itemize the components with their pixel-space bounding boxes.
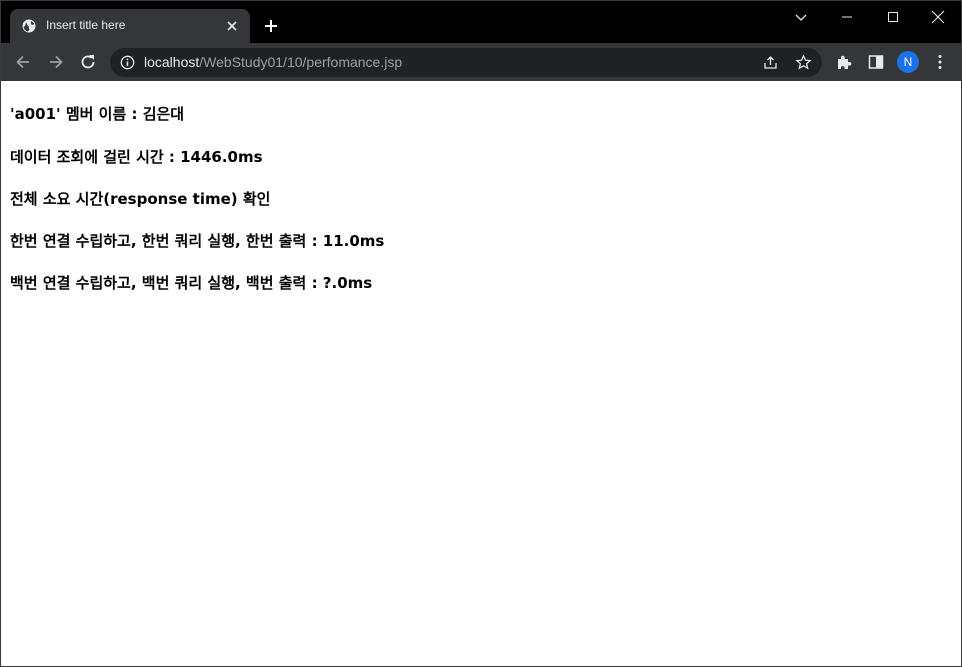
back-icon[interactable] — [13, 52, 33, 72]
window-close-icon — [931, 10, 945, 24]
browser-toolbar: localhost/WebStudy01/10/perfomance.jsp N — [1, 43, 961, 81]
single-run-line: 한번 연결 수립하고, 한번 쿼리 실행, 한번 출력 : 11.0ms — [10, 232, 385, 250]
plus-icon[interactable] — [262, 17, 280, 35]
chevron-down-icon — [795, 14, 807, 21]
tab-active[interactable]: Insert title here — [10, 9, 250, 43]
url-host: localhost — [144, 54, 200, 70]
extensions-icon[interactable] — [835, 53, 853, 71]
side-panel-icon[interactable] — [867, 53, 885, 71]
url-text[interactable]: localhost/WebStudy01/10/perfomance.jsp — [144, 54, 402, 70]
url-path: /WebStudy01/10/perfomance.jsp — [199, 54, 403, 70]
close-icon[interactable] — [224, 18, 240, 34]
star-icon[interactable] — [795, 54, 812, 71]
profile-avatar[interactable]: N — [897, 51, 919, 73]
share-icon[interactable] — [762, 54, 779, 71]
browser-window: Insert title here localhost/WebStudy01/1… — [0, 0, 962, 667]
page-content: 'a001' 멤버 이름 : 김은대 데이터 조회에 걸린 시간 : 1446.… — [1, 81, 961, 666]
menu-icon[interactable] — [931, 53, 949, 71]
tab-search-button[interactable] — [778, 1, 824, 33]
query-time-line: 데이터 조회에 걸린 시간 : 1446.0ms — [10, 148, 263, 166]
address-bar[interactable]: localhost/WebStudy01/10/perfomance.jsp — [110, 48, 822, 77]
hundred-runs-line: 백번 연결 수립하고, 백번 쿼리 실행, 백번 출력 : ?.0ms — [10, 274, 373, 292]
minimize-icon — [842, 16, 852, 18]
maximize-button[interactable] — [870, 1, 916, 33]
minimize-button[interactable] — [824, 1, 870, 33]
forward-icon[interactable] — [46, 52, 66, 72]
response-time-heading: 전체 소요 시간(response time) 확인 — [10, 190, 271, 208]
maximize-icon — [888, 12, 898, 22]
info-icon[interactable] — [120, 55, 135, 70]
title-bar: Insert title here — [1, 1, 961, 43]
close-window-button[interactable] — [915, 1, 961, 33]
member-name-line: 'a001' 멤버 이름 : 김은대 — [10, 105, 185, 123]
tab-title: Insert title here — [46, 18, 126, 32]
globe-icon — [22, 19, 36, 33]
reload-icon[interactable] — [78, 52, 98, 72]
